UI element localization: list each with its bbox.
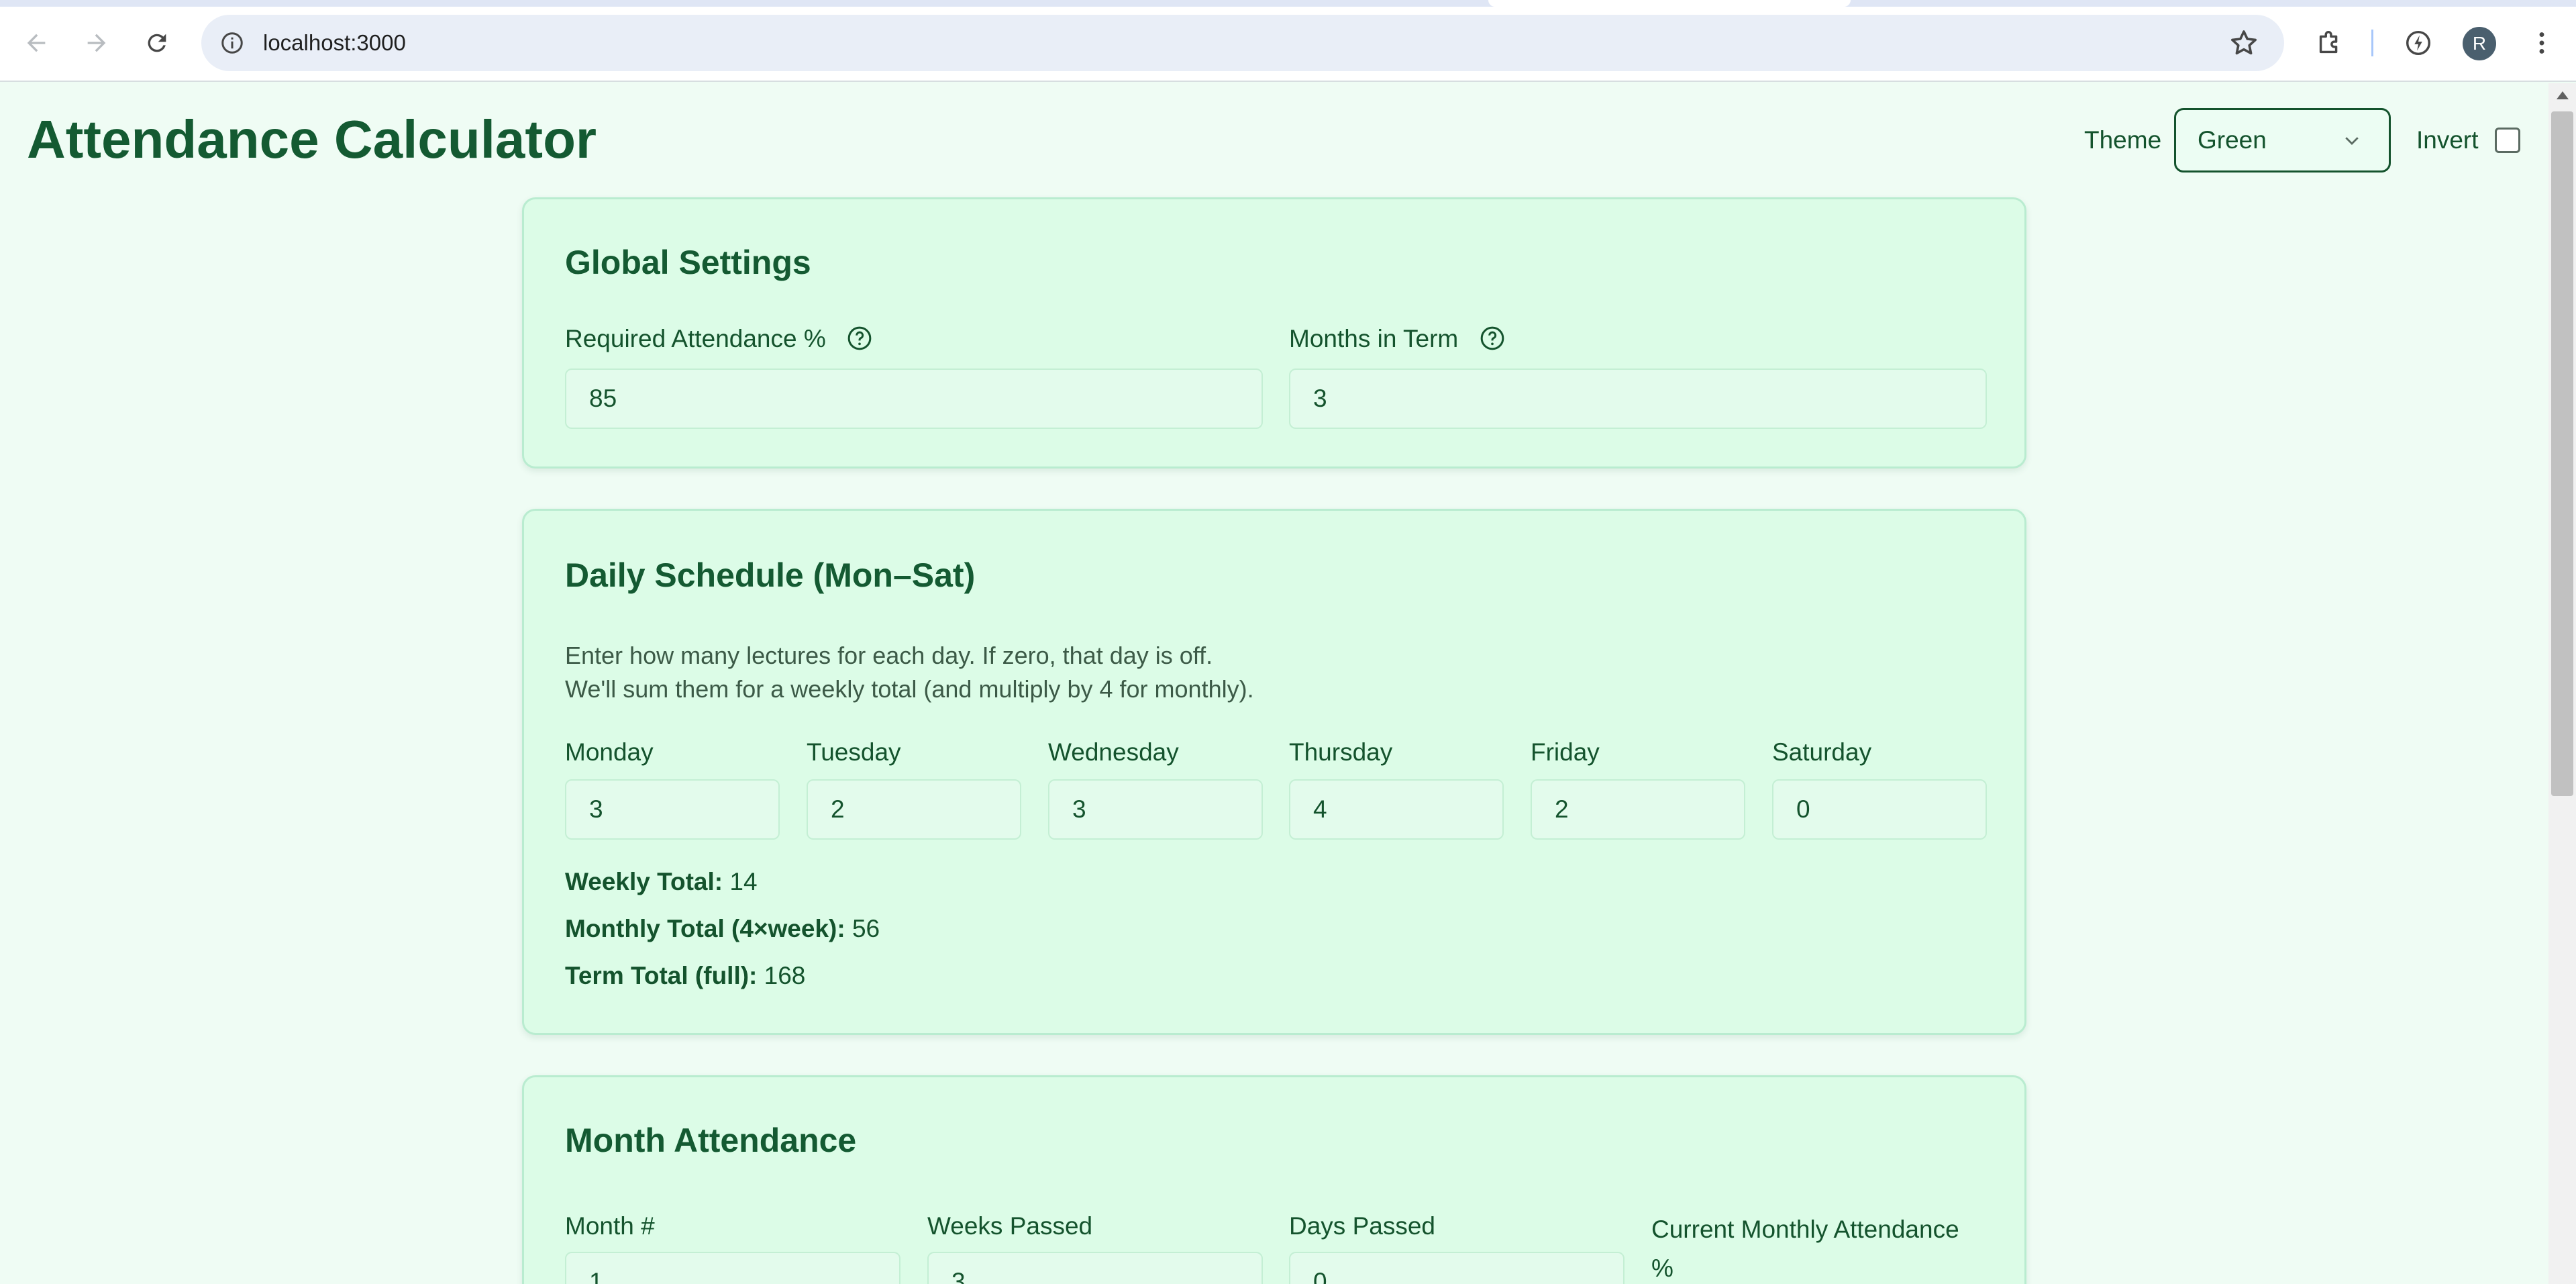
month-number-input[interactable]: 1 [565, 1252, 900, 1284]
monthly-total: Monthly Total (4×week): 56 [565, 912, 880, 946]
global-settings-card: Global Settings Required Attendance % 85… [522, 197, 2026, 468]
monthly-total-label: Monthly Total (4×week): [565, 915, 845, 942]
day-label-saturday: Saturday [1772, 738, 1872, 766]
month-attendance-title: Month Attendance [565, 1122, 857, 1159]
required-attendance-input[interactable]: 85 [565, 368, 1263, 429]
required-attendance-value: 85 [589, 385, 617, 412]
required-attendance-label-text: Required Attendance % [565, 325, 826, 352]
days-passed-label: Days Passed [1289, 1212, 1435, 1240]
weekly-total-value: 14 [729, 868, 758, 895]
weekly-total: Weekly Total: 14 [565, 865, 758, 899]
months-in-term-input[interactable]: 3 [1289, 368, 1987, 429]
scrollbar-thumb[interactable] [2551, 111, 2573, 796]
extensions-button[interactable] [2306, 19, 2354, 67]
performance-button[interactable] [2394, 19, 2442, 67]
reload-icon [148, 34, 166, 52]
monthly-total-value: 56 [852, 915, 880, 942]
day-input-thursday[interactable]: 4 [1289, 779, 1504, 840]
required-attendance-label: Required Attendance % [565, 323, 873, 355]
back-arrow-icon [27, 34, 46, 52]
weekly-total-label: Weekly Total: [565, 868, 723, 895]
day-input-monday[interactable]: 3 [565, 779, 780, 840]
url-text[interactable]: localhost:3000 [263, 15, 406, 71]
term-total: Term Total (full): 168 [565, 959, 805, 993]
theme-label: Theme [2084, 126, 2162, 154]
month-number-value: 1 [589, 1268, 603, 1284]
day-value: 2 [831, 795, 845, 823]
forward-button[interactable] [72, 19, 121, 67]
weeks-passed-value: 3 [951, 1268, 966, 1284]
months-in-term-label-text: Months in Term [1289, 325, 1459, 352]
days-passed-input[interactable]: 0 [1289, 1252, 1625, 1284]
reload-button[interactable] [133, 19, 181, 67]
forward-arrow-icon [87, 34, 106, 52]
day-value: 3 [589, 795, 603, 823]
scroll-up-arrow-icon[interactable] [2557, 91, 2569, 99]
avatar[interactable]: R [2463, 27, 2496, 60]
active-tab[interactable] [1488, 0, 1851, 7]
day-label-thursday: Thursday [1289, 738, 1393, 766]
day-value: 4 [1313, 795, 1327, 823]
tab-strip [0, 0, 2576, 7]
site-info-icon[interactable] [217, 28, 247, 58]
day-label-friday: Friday [1531, 738, 1600, 766]
term-total-label: Term Total (full): [565, 962, 758, 989]
day-label-monday: Monday [565, 738, 654, 766]
more-menu-button[interactable] [2518, 19, 2566, 67]
weeks-passed-input[interactable]: 3 [927, 1252, 1263, 1284]
current-monthly-attendance-label: Current Monthly Attendance % [1651, 1216, 1959, 1282]
weeks-passed-label: Weeks Passed [927, 1212, 1093, 1240]
more-vert-icon [2539, 32, 2544, 54]
days-passed-value: 0 [1313, 1268, 1327, 1284]
months-in-term-value: 3 [1313, 385, 1327, 412]
invert-label: Invert [2416, 126, 2479, 154]
month-attendance-card: Month Attendance Month # 1 Weeks Passed … [522, 1075, 2026, 1284]
schedule-description-line2: We'll sum them for a weekly total (and m… [565, 675, 1254, 703]
invert-checkbox[interactable] [2495, 128, 2520, 153]
extensions-icon [2319, 31, 2338, 54]
theme-select[interactable]: Green [2174, 108, 2391, 172]
help-icon[interactable] [1479, 325, 1506, 352]
address-bar[interactable]: localhost:3000 [201, 15, 2284, 71]
term-total-value: 168 [764, 962, 806, 989]
daily-schedule-title: Daily Schedule (Mon–Sat) [565, 556, 976, 594]
months-in-term-label: Months in Term [1289, 323, 1506, 355]
page-title: Attendance Calculator [27, 109, 597, 169]
daily-schedule-card: Daily Schedule (Mon–Sat) Enter how many … [522, 509, 2026, 1035]
day-input-friday[interactable]: 2 [1531, 779, 1745, 840]
bookmark-star-icon[interactable] [2228, 27, 2260, 59]
day-input-wednesday[interactable]: 3 [1048, 779, 1263, 840]
theme-select-value: Green [2198, 126, 2267, 154]
performance-icon [2406, 30, 2431, 56]
month-number-label: Month # [565, 1212, 655, 1240]
day-input-tuesday[interactable]: 2 [807, 779, 1021, 840]
day-value: 2 [1555, 795, 1569, 823]
schedule-description-line1: Enter how many lectures for each day. If… [565, 642, 1213, 669]
day-value: 0 [1796, 795, 1810, 823]
global-settings-title: Global Settings [565, 244, 811, 281]
help-icon[interactable] [846, 325, 873, 352]
page-scrollbar[interactable] [2548, 83, 2576, 1284]
day-label-wednesday: Wednesday [1048, 738, 1179, 766]
toolbar-separator [2371, 30, 2373, 56]
browser-toolbar: localhost:3000 R [0, 0, 2576, 82]
day-value: 3 [1072, 795, 1086, 823]
chevron-down-icon [2345, 137, 2359, 145]
day-input-saturday[interactable]: 0 [1772, 779, 1987, 840]
day-label-tuesday: Tuesday [807, 738, 901, 766]
back-button[interactable] [12, 19, 60, 67]
